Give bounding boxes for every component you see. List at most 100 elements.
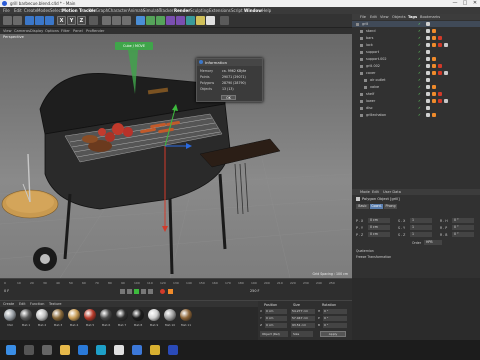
material-label[interactable]: Mat.9	[147, 323, 161, 327]
section-quaternion[interactable]: Quaternion	[356, 249, 374, 253]
material-tag-icon[interactable]	[426, 71, 430, 75]
tab-coord[interactable]: Coord.	[370, 204, 383, 209]
coord-size-field[interactable]: 57.047 cm	[291, 316, 315, 321]
material-tag-icon[interactable]	[426, 78, 430, 82]
vp-menu-filter[interactable]: Filter	[61, 29, 70, 33]
coord-field-value[interactable]: 0 °	[452, 232, 474, 237]
menu-file[interactable]: File	[3, 8, 10, 13]
move-tool-icon[interactable]	[35, 16, 44, 25]
material-label[interactable]: Mat.2	[35, 323, 49, 327]
render-picture-viewer-icon[interactable]	[112, 16, 121, 25]
material-tag-icon[interactable]	[426, 43, 430, 47]
end-frame[interactable]: 250 F	[250, 289, 260, 293]
search-icon[interactable]	[24, 345, 34, 355]
object-row[interactable]: grill ✓	[352, 21, 480, 27]
prev-frame-icon[interactable]	[127, 289, 132, 294]
material-tag-icon[interactable]	[426, 57, 430, 61]
cube-icon[interactable]	[136, 16, 145, 25]
material-tag-icon[interactable]	[426, 92, 430, 96]
menu-window[interactable]: Window	[244, 8, 262, 13]
coord-size-field[interactable]: 54.277 cm	[291, 309, 315, 314]
material-tag-icon[interactable]	[426, 36, 430, 40]
coord-rotation-field[interactable]: 0 °	[323, 323, 347, 328]
material-tag-icon[interactable]	[426, 113, 430, 117]
object-name[interactable]: shelf	[366, 92, 374, 96]
material-tag-icon[interactable]	[426, 29, 430, 33]
visibility-check-icon[interactable]: ✓	[418, 71, 422, 75]
keyframe-icon[interactable]	[168, 289, 173, 294]
object-name[interactable]: support.002	[366, 57, 387, 61]
material-swatch[interactable]	[116, 309, 128, 321]
go-start-icon[interactable]	[120, 289, 125, 294]
visibility-check-icon[interactable]: ✓	[418, 22, 422, 26]
vp-menu-options[interactable]: Options	[45, 29, 59, 33]
menu-sculpting[interactable]: Sculpting	[190, 8, 209, 13]
coord-field-value[interactable]: 1	[410, 218, 432, 223]
material-tag-icon[interactable]	[426, 85, 430, 89]
close-button[interactable]: ✕	[470, 0, 480, 7]
start-icon[interactable]	[6, 345, 16, 355]
material-tag-icon[interactable]	[438, 64, 442, 68]
coord-field-value[interactable]: 0 °	[452, 225, 474, 230]
material-label[interactable]: Mat.8	[131, 323, 145, 327]
am-menu-mode[interactable]: Mode	[360, 190, 370, 194]
record-icon[interactable]	[160, 289, 165, 294]
material-tag-icon[interactable]	[432, 85, 436, 89]
cloner-icon[interactable]	[166, 16, 175, 25]
material-tag-icon[interactable]	[426, 50, 430, 54]
subdivision-icon[interactable]	[156, 16, 165, 25]
chrome-icon[interactable]	[150, 345, 160, 355]
visibility-check-icon[interactable]: ✓	[418, 106, 422, 110]
am-menu-edit[interactable]: Edit	[372, 190, 379, 194]
floor-icon[interactable]	[186, 16, 195, 25]
menu-modes[interactable]: Modes	[37, 8, 50, 13]
apply-button[interactable]: Apply	[320, 331, 346, 337]
material-label[interactable]: Mat.6	[99, 323, 113, 327]
object-name[interactable]: valve	[370, 85, 379, 89]
coord-field-value[interactable]: 0 cm	[368, 232, 390, 237]
am-menu-userdata[interactable]: User Data	[383, 190, 401, 194]
maximize-button[interactable]: □	[460, 0, 470, 7]
object-row[interactable]: valve ✓	[352, 84, 480, 90]
object-name[interactable]: support	[366, 50, 379, 54]
material-swatch[interactable]	[36, 309, 48, 321]
object-row[interactable]: shelf ✓	[352, 91, 480, 97]
material-label[interactable]: Mat	[3, 323, 17, 327]
material-swatch[interactable]	[180, 309, 192, 321]
object-row[interactable]: air outlet ✓	[352, 77, 480, 83]
coord-position-field[interactable]: 0 cm	[265, 323, 287, 328]
menu-character[interactable]: Character	[108, 8, 128, 13]
coord-position-field[interactable]: 0 cm	[265, 309, 287, 314]
material-swatch[interactable]	[148, 309, 160, 321]
coord-size-field[interactable]: 93.51 cm	[291, 323, 315, 328]
object-name[interactable]: grill	[362, 22, 368, 26]
vp-menu-display[interactable]: Display	[30, 29, 43, 33]
material-swatch[interactable]	[164, 309, 176, 321]
visibility-check-icon[interactable]: ✓	[418, 43, 422, 47]
menu-extensions[interactable]: Extensions	[209, 8, 231, 13]
play-icon[interactable]	[134, 289, 139, 294]
object-row[interactable]: grill.002 ✓	[352, 63, 480, 69]
material-tag-icon[interactable]	[438, 43, 442, 47]
x-axis-lock-button[interactable]: X	[57, 16, 66, 25]
size-mode-select[interactable]: Size	[291, 331, 313, 337]
object-name[interactable]: stand	[366, 29, 375, 33]
coordinate-system-icon[interactable]	[89, 16, 98, 25]
material-tag-icon[interactable]	[426, 64, 430, 68]
object-row[interactable]: bars ✓	[352, 35, 480, 41]
vp-menu-prorender[interactable]: ProRender	[86, 29, 105, 33]
z-axis-lock-button[interactable]: Z	[77, 16, 86, 25]
om-menu-view[interactable]: View	[380, 15, 389, 19]
menu-create[interactable]: Create	[24, 8, 37, 13]
coord-position-field[interactable]: 0 cm	[265, 316, 287, 321]
material-label[interactable]: Mat.7	[115, 323, 129, 327]
minimize-button[interactable]: —	[450, 0, 460, 7]
menu-mograph[interactable]: MoGraph	[90, 8, 108, 13]
material-label[interactable]: Mat.11	[179, 323, 193, 327]
coord-field-value[interactable]: 1	[410, 225, 432, 230]
material-label[interactable]: Mat.5	[83, 323, 97, 327]
object-name[interactable]: grill.002	[366, 64, 380, 68]
material-tag-icon[interactable]	[432, 57, 436, 61]
object-name[interactable]: bars	[366, 36, 373, 40]
visibility-check-icon[interactable]: ✓	[418, 29, 422, 33]
